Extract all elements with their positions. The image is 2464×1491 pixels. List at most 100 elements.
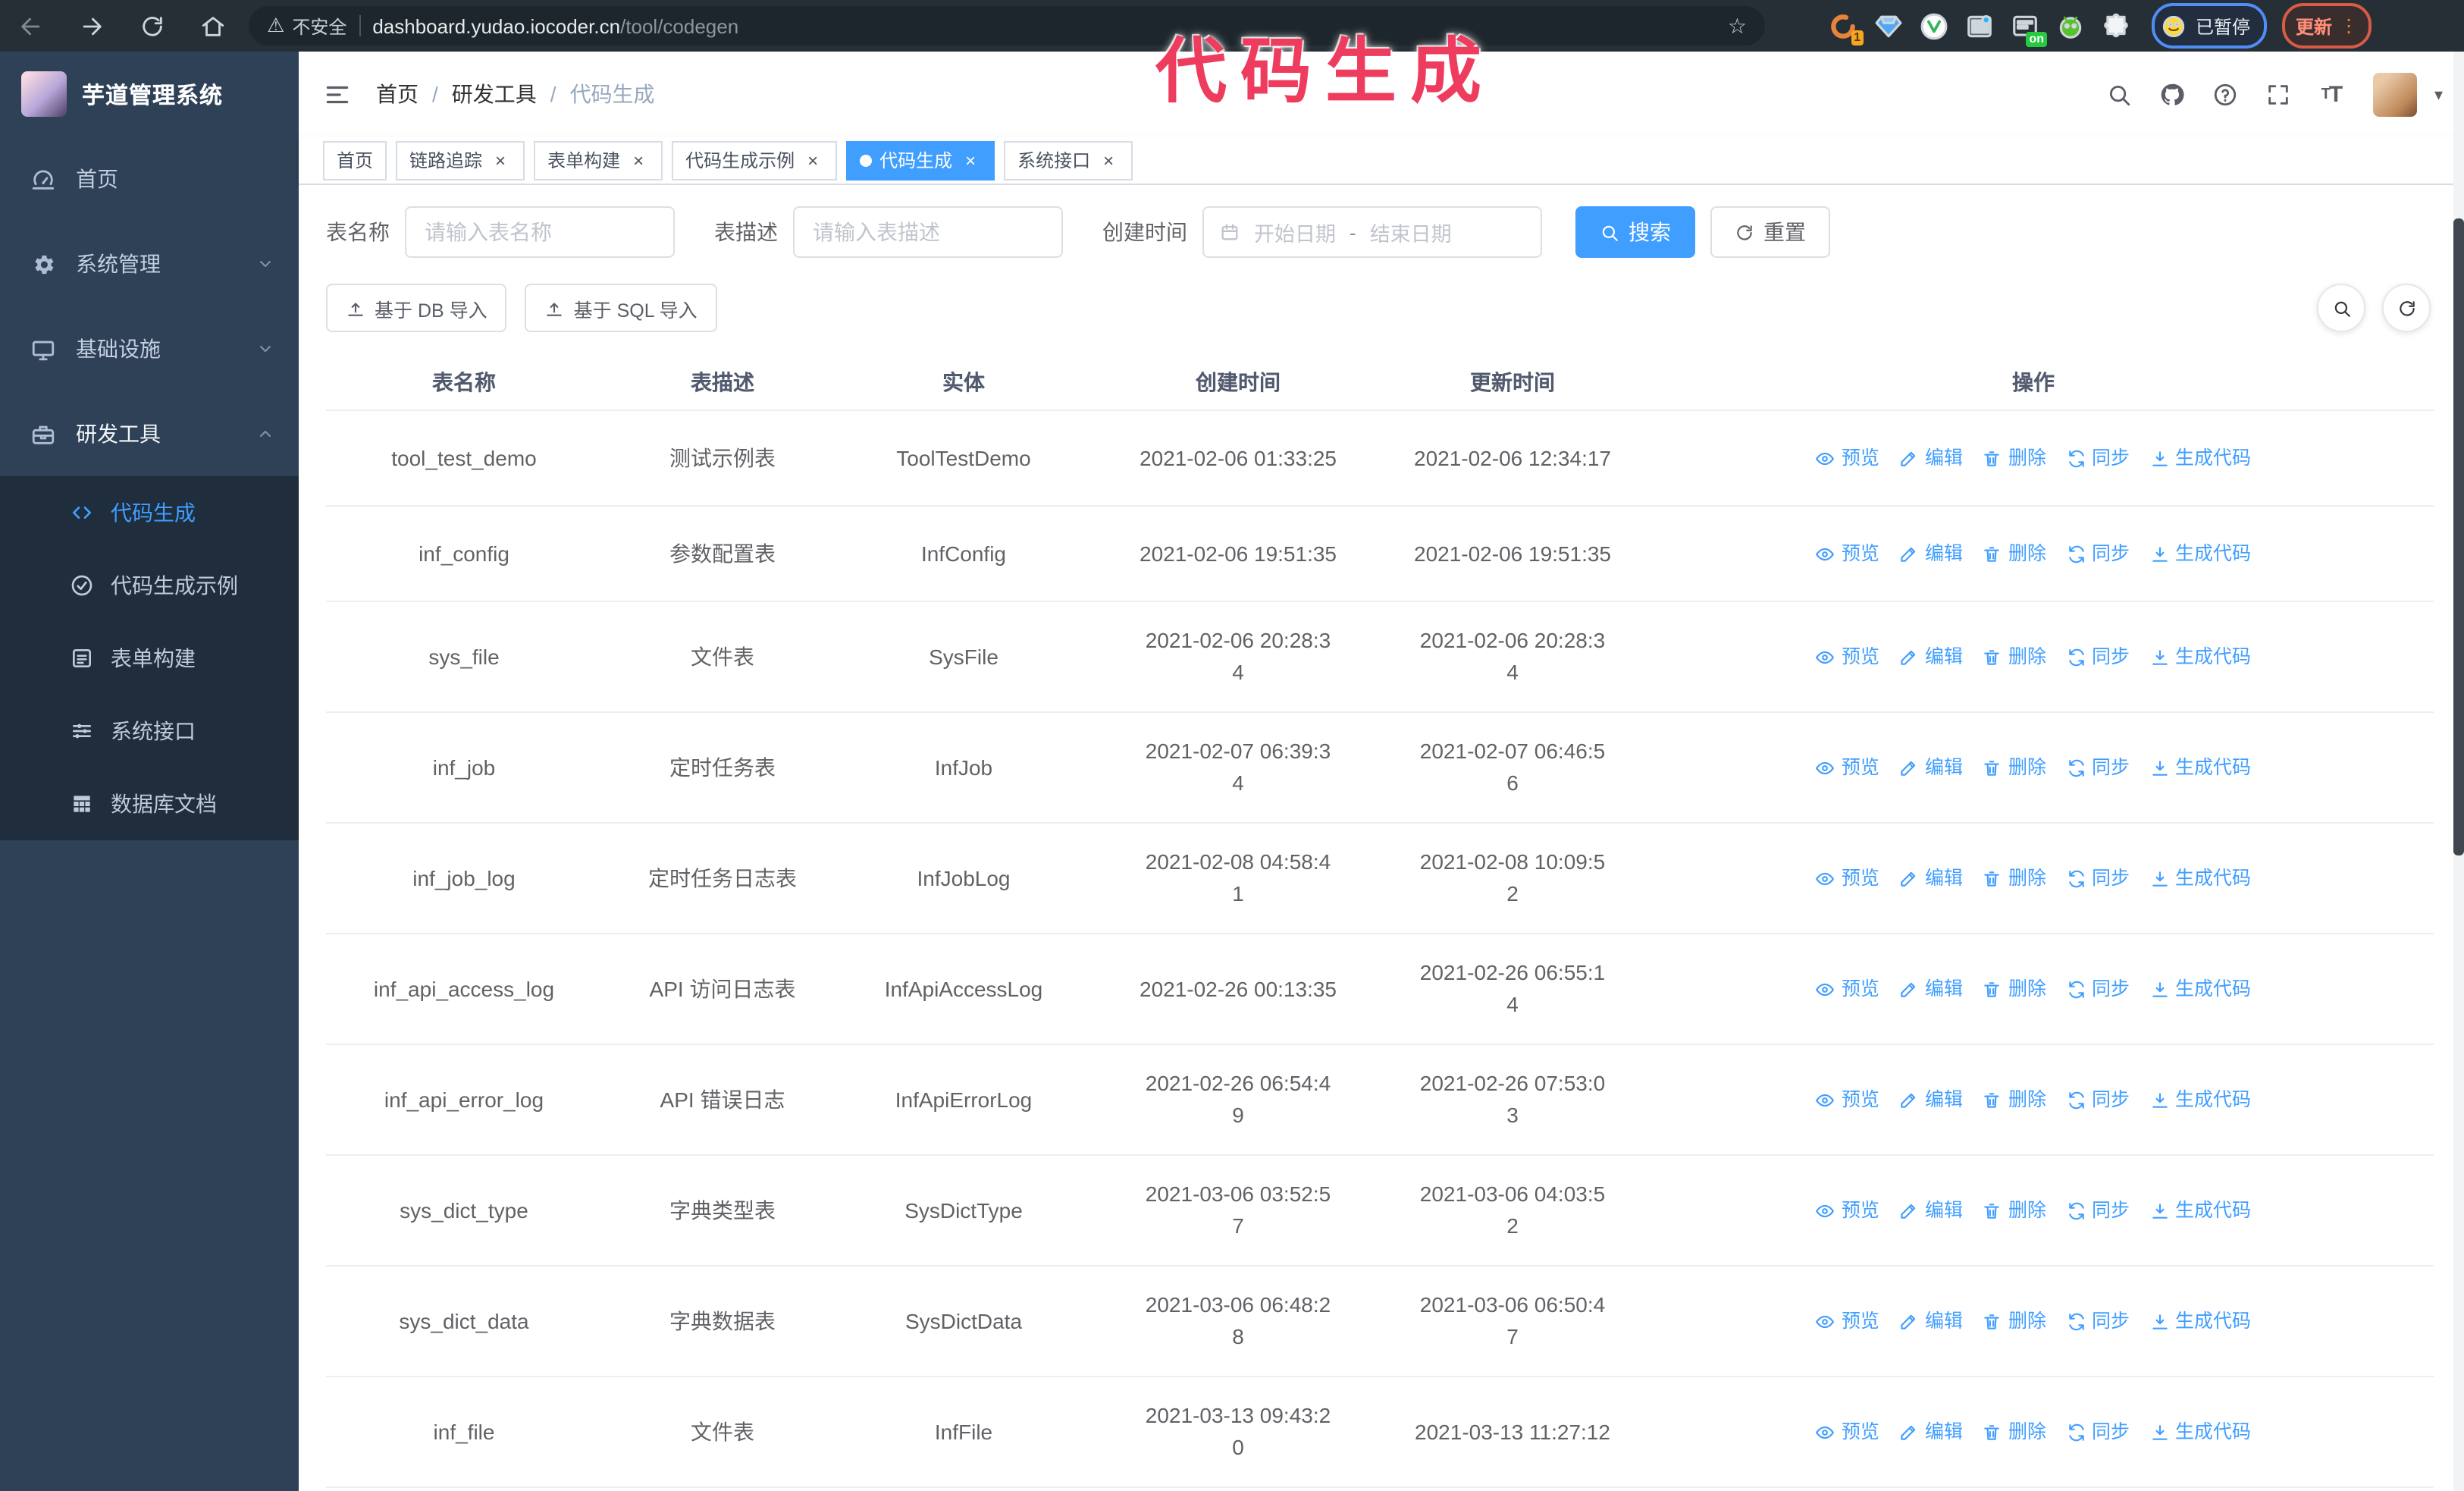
refresh-button[interactable] (2382, 284, 2431, 332)
edit-link[interactable]: 编辑 (1899, 1305, 1963, 1337)
preview-link[interactable]: 预览 (1816, 973, 1879, 1005)
preview-link[interactable]: 预览 (1816, 442, 1879, 474)
sidebar-item-system-manage[interactable]: 系统管理 (0, 221, 299, 306)
table-name-input[interactable] (405, 206, 675, 258)
generate-code-link[interactable]: 生成代码 (2149, 973, 2251, 1005)
user-avatar[interactable] (2373, 72, 2418, 116)
fullscreen-icon[interactable] (2259, 74, 2298, 114)
table-desc-input[interactable] (793, 206, 1063, 258)
generate-code-link[interactable]: 生成代码 (2149, 641, 2251, 673)
sync-link[interactable]: 同步 (2066, 1305, 2130, 1337)
edit-link[interactable]: 编辑 (1899, 1194, 1963, 1226)
github-icon[interactable] (2152, 74, 2192, 114)
delete-link[interactable]: 删除 (1983, 538, 2046, 570)
extension-columns-icon[interactable] (1965, 11, 1994, 40)
import-sql-button[interactable]: 基于 SQL 导入 (525, 284, 717, 332)
tab-trace[interactable]: 链路追踪 × (396, 140, 525, 180)
delete-link[interactable]: 删除 (1983, 1194, 2046, 1226)
edit-link[interactable]: 编辑 (1899, 538, 1963, 570)
extension-puzzle-icon[interactable] (2102, 11, 2130, 40)
sync-link[interactable]: 同步 (2066, 973, 2130, 1005)
sidebar-item-codegen-example[interactable]: 代码生成示例 (0, 549, 299, 622)
delete-link[interactable]: 删除 (1983, 862, 2046, 894)
delete-link[interactable]: 删除 (1983, 1305, 2046, 1337)
close-icon[interactable]: × (1098, 149, 1119, 171)
tab-system-api[interactable]: 系统接口 × (1004, 140, 1133, 180)
preview-link[interactable]: 预览 (1816, 1416, 1879, 1448)
generate-code-link[interactable]: 生成代码 (2149, 1416, 2251, 1448)
update-button[interactable]: 更新 ⋮ (2282, 3, 2372, 49)
generate-code-link[interactable]: 生成代码 (2149, 1084, 2251, 1116)
delete-link[interactable]: 删除 (1983, 442, 2046, 474)
sync-link[interactable]: 同步 (2066, 1084, 2130, 1116)
delete-link[interactable]: 删除 (1983, 641, 2046, 673)
sync-link[interactable]: 同步 (2066, 862, 2130, 894)
tab-home[interactable]: 首页 (323, 140, 387, 180)
scrollbar-thumb[interactable] (2453, 218, 2464, 855)
preview-link[interactable]: 预览 (1816, 1194, 1879, 1226)
import-db-button[interactable]: 基于 DB 导入 (326, 284, 507, 332)
search-button[interactable]: 搜索 (1575, 206, 1695, 258)
generate-code-link[interactable]: 生成代码 (2149, 862, 2251, 894)
help-icon[interactable] (2205, 74, 2245, 114)
tab-codegen-example[interactable]: 代码生成示例 × (672, 140, 838, 180)
tab-codegen[interactable]: 代码生成 × (846, 140, 995, 180)
close-icon[interactable]: × (960, 149, 981, 171)
breadcrumb-item[interactable]: 研发工具 (452, 79, 537, 109)
date-range-picker[interactable]: 开始日期 - 结束日期 (1202, 206, 1542, 258)
sync-link[interactable]: 同步 (2066, 1194, 2130, 1226)
preview-link[interactable]: 预览 (1816, 641, 1879, 673)
edit-link[interactable]: 编辑 (1899, 862, 1963, 894)
sync-link[interactable]: 同步 (2066, 538, 2130, 570)
reset-button[interactable]: 重置 (1710, 206, 1830, 258)
toggle-search-button[interactable] (2317, 284, 2365, 332)
paused-pill[interactable]: 已暂停 (2152, 3, 2268, 49)
preview-link[interactable]: 预览 (1816, 538, 1879, 570)
sync-link[interactable]: 同步 (2066, 641, 2130, 673)
generate-code-link[interactable]: 生成代码 (2149, 1194, 2251, 1226)
delete-link[interactable]: 删除 (1983, 752, 2046, 783)
delete-link[interactable]: 删除 (1983, 1416, 2046, 1448)
edit-link[interactable]: 编辑 (1899, 973, 1963, 1005)
sync-link[interactable]: 同步 (2066, 752, 2130, 783)
sidebar-item-system-api[interactable]: 系统接口 (0, 695, 299, 767)
extension-robot-icon[interactable] (2056, 11, 2085, 40)
extension-dark-icon[interactable]: on (2011, 11, 2047, 46)
delete-link[interactable]: 删除 (1983, 973, 2046, 1005)
tab-form-build[interactable]: 表单构建 × (534, 140, 663, 180)
edit-link[interactable]: 编辑 (1899, 1416, 1963, 1448)
browser-reload-icon[interactable] (121, 0, 182, 52)
browser-back-icon[interactable] (0, 0, 61, 52)
sidebar-item-home[interactable]: 首页 (0, 137, 299, 221)
caret-down-icon[interactable]: ▾ (2434, 84, 2443, 104)
sidebar-item-infrastructure[interactable]: 基础设施 (0, 306, 299, 391)
close-icon[interactable]: × (628, 149, 649, 171)
sync-link[interactable]: 同步 (2066, 442, 2130, 474)
close-icon[interactable]: × (802, 149, 823, 171)
preview-link[interactable]: 预览 (1816, 862, 1879, 894)
browser-forward-icon[interactable] (61, 0, 121, 52)
extension-orange-ring-icon[interactable]: 1 (1829, 11, 1864, 45)
delete-link[interactable]: 删除 (1983, 1084, 2046, 1116)
address-bar[interactable]: ⚠ 不安全 dashboard.yudao.iocoder.cn/tool/cod… (249, 6, 1765, 46)
bookmark-star-icon[interactable]: ☆ (1728, 13, 1747, 39)
preview-link[interactable]: 预览 (1816, 752, 1879, 783)
edit-link[interactable]: 编辑 (1899, 1084, 1963, 1116)
preview-link[interactable]: 预览 (1816, 1305, 1879, 1337)
close-icon[interactable]: × (490, 149, 511, 171)
sidebar-item-codegen[interactable]: 代码生成 (0, 476, 299, 549)
sync-link[interactable]: 同步 (2066, 1416, 2130, 1448)
edit-link[interactable]: 编辑 (1899, 442, 1963, 474)
scrollbar[interactable] (2453, 52, 2464, 1491)
hamburger-icon[interactable] (323, 80, 352, 108)
search-icon[interactable] (2099, 74, 2139, 114)
extension-gem-icon[interactable] (1874, 11, 1903, 40)
sidebar-item-db-doc[interactable]: 数据库文档 (0, 767, 299, 840)
edit-link[interactable]: 编辑 (1899, 752, 1963, 783)
security-warning[interactable]: ⚠ 不安全 (267, 13, 346, 39)
menu-dots-icon[interactable]: ⋮ (2340, 17, 2358, 35)
generate-code-link[interactable]: 生成代码 (2149, 538, 2251, 570)
font-size-icon[interactable]: TT (2312, 74, 2351, 114)
extension-shield-icon[interactable] (1920, 11, 1948, 40)
browser-home-icon[interactable] (182, 0, 243, 52)
